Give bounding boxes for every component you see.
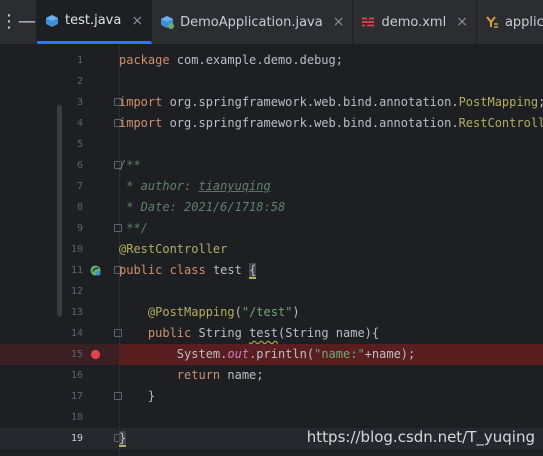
line-number: 14 xyxy=(70,328,83,339)
close-tab-icon[interactable]: × xyxy=(131,13,143,29)
line-number: 7 xyxy=(76,181,83,192)
code-line: 1 package com.example.demo.debug; xyxy=(0,50,543,71)
breakpoint-icon[interactable] xyxy=(90,349,101,360)
code-text[interactable]: import org.springframework.web.bind.anno… xyxy=(119,113,543,134)
line-number: 13 xyxy=(70,307,83,318)
code-line: 12 xyxy=(0,281,543,302)
code-line: 11 public class test { xyxy=(0,260,543,281)
line-number: 12 xyxy=(70,286,83,297)
spring-bean-icon[interactable] xyxy=(90,265,101,276)
line-number: 8 xyxy=(76,202,83,213)
code-line: 2 xyxy=(0,71,543,92)
line-number: 11 xyxy=(70,265,83,276)
tool-window-controls: ⋮ — xyxy=(0,0,37,44)
code-text[interactable]: @RestController xyxy=(119,239,543,260)
line-number: 17 xyxy=(70,391,83,402)
line-number: 15 xyxy=(70,349,83,360)
tab-demoapplication-java[interactable]: DemoApplication.java × xyxy=(152,0,354,44)
tab-test-java[interactable]: test.java × xyxy=(37,0,153,44)
code-text[interactable]: System.out.println("name:"+name); xyxy=(119,344,543,365)
code-text[interactable]: return name; xyxy=(119,365,543,386)
line-number: 1 xyxy=(76,55,83,66)
code-line: 6 /** xyxy=(0,155,543,176)
breakpoint-line: 15 System.out.println("name:"+name); xyxy=(0,344,543,365)
code-line: 17 } xyxy=(0,386,543,407)
hide-panel-icon[interactable]: — xyxy=(18,13,36,31)
code-line: 3 import org.springframework.web.bind.an… xyxy=(0,92,543,113)
code-line: 7 * author: tianyuqing xyxy=(0,176,543,197)
code-text[interactable]: } xyxy=(119,386,543,407)
line-number: 2 xyxy=(76,76,83,87)
editor-tab-bar: ⋮ — test.java × DemoApplication.java × d… xyxy=(0,0,543,45)
spring-java-icon xyxy=(161,16,175,29)
tab-label: DemoApplication.java xyxy=(180,14,323,30)
code-editor[interactable]: 1 package com.example.demo.debug; 2 3 im… xyxy=(0,45,543,456)
code-text[interactable]: public class test { xyxy=(119,260,543,281)
code-line: 18 xyxy=(0,407,543,428)
code-text[interactable]: * Date: 2021/6/1718:58 xyxy=(119,197,543,218)
code-line: 4 import org.springframework.web.bind.an… xyxy=(0,113,543,134)
line-number: 6 xyxy=(76,160,83,171)
line-number: 18 xyxy=(70,412,83,423)
java-class-icon xyxy=(46,14,58,27)
line-number: 3 xyxy=(76,97,83,108)
line-number: 5 xyxy=(76,139,83,150)
code-text[interactable]: @PostMapping("/test") xyxy=(119,302,543,323)
code-text[interactable]: * author: tianyuqing xyxy=(119,176,543,197)
tab-application-yml[interactable]: application.y xyxy=(477,0,543,44)
line-number: 16 xyxy=(70,370,83,381)
line-number: 19 xyxy=(70,433,83,444)
code-line: 13 @PostMapping("/test") xyxy=(0,302,543,323)
code-text[interactable]: package com.example.demo.debug; xyxy=(119,50,543,71)
code-line: 14 public String test(String name){ xyxy=(0,323,543,344)
watermark: https://blog.csdn.net/T_yuqing xyxy=(306,428,535,446)
code-text[interactable]: public String test(String name){ xyxy=(119,323,543,344)
close-tab-icon[interactable]: × xyxy=(456,14,468,30)
options-menu-icon[interactable]: ⋮ xyxy=(0,13,18,31)
code-text[interactable]: /** xyxy=(119,155,543,176)
tab-label: test.java xyxy=(65,13,122,28)
tab-demo-xml[interactable]: demo.xml × xyxy=(353,0,477,44)
line-number: 9 xyxy=(76,223,83,234)
code-line: 16 return name; xyxy=(0,365,543,386)
tab-label: demo.xml xyxy=(381,14,447,30)
code-text[interactable]: import org.springframework.web.bind.anno… xyxy=(119,92,543,113)
xml-config-icon xyxy=(362,17,375,27)
line-number: 4 xyxy=(76,118,83,129)
tab-label: application.y xyxy=(504,14,543,30)
code-line: 9 **/ xyxy=(0,218,543,239)
yaml-file-icon xyxy=(486,16,498,28)
code-line: 8 * Date: 2021/6/1718:58 xyxy=(0,197,543,218)
code-line: 10 @RestController xyxy=(0,239,543,260)
close-tab-icon[interactable]: × xyxy=(333,14,345,30)
line-number: 10 xyxy=(70,244,83,255)
code-text[interactable]: **/ xyxy=(119,218,543,239)
code-line: 5 xyxy=(0,134,543,155)
